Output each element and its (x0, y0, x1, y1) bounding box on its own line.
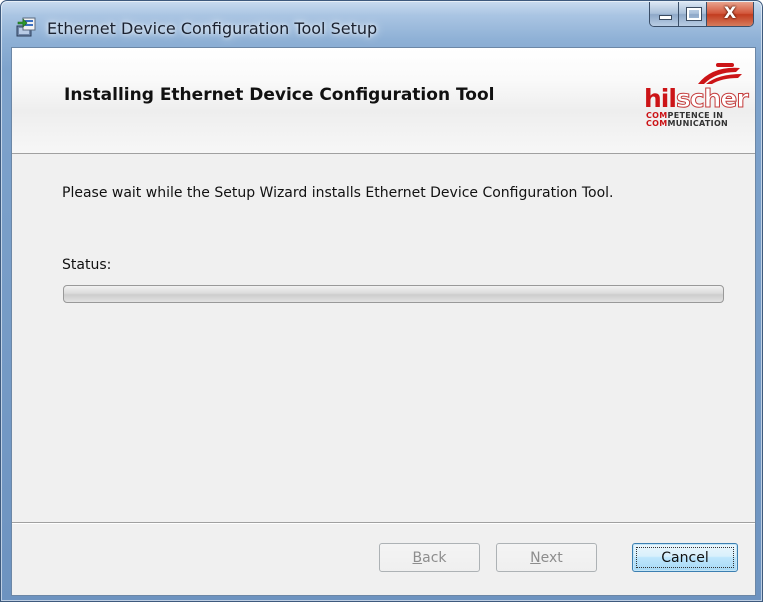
back-button[interactable]: Back (379, 543, 480, 572)
logo-swoosh-icon (698, 63, 742, 84)
install-progress-bar (63, 285, 724, 303)
installer-icon (16, 17, 36, 37)
close-button[interactable]: X (707, 2, 753, 26)
cancel-button[interactable]: Cancel (632, 543, 738, 572)
wizard-client-area: Installing Ethernet Device Configuration… (11, 47, 756, 596)
setup-window: Ethernet Device Configuration Tool Setup… (0, 0, 763, 602)
status-label: Status: (62, 257, 112, 273)
logo-tagline: COMPETENCE IN COMMUNICATION (646, 111, 729, 128)
hilscher-logo: hilscher COMPETENCE IN COMMUNICATION (644, 62, 749, 132)
wizard-banner: Installing Ethernet Device Configuration… (12, 48, 755, 154)
next-button[interactable]: Next (496, 543, 597, 572)
logo-wordmark: hilscher (644, 84, 749, 114)
caption-buttons: X (649, 2, 754, 27)
page-title: Installing Ethernet Device Configuration… (64, 85, 495, 105)
minimize-button[interactable] (650, 2, 679, 26)
window-title: Ethernet Device Configuration Tool Setup (47, 19, 378, 38)
install-description: Please wait while the Setup Wizard insta… (62, 185, 614, 201)
maximize-button[interactable] (679, 2, 707, 26)
title-bar[interactable]: Ethernet Device Configuration Tool Setup… (1, 1, 763, 47)
footer-divider (12, 522, 755, 524)
close-icon: X (723, 3, 737, 22)
